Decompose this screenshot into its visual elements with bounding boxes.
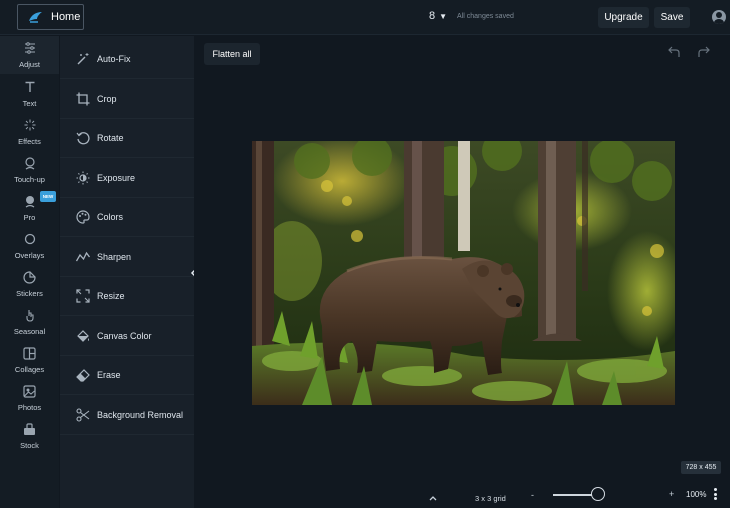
rail-label: Pro [23,213,36,222]
top-bar: Home 8 ▼ All changes saved Upgrade Save [0,0,730,35]
zoom-level: 100% [686,490,707,499]
undo-icon[interactable] [668,46,680,61]
rail-label: Stock [20,441,39,450]
save-button[interactable]: Save [654,7,690,28]
flatten-all-button[interactable]: Flatten all [204,43,260,65]
sharpen-icon [75,250,90,265]
tool-resize[interactable]: Resize [60,277,194,316]
tool-background-removal[interactable]: Background Removal [60,396,194,435]
rail-item-stock[interactable]: Stock [0,417,59,455]
rail-item-stickers[interactable]: Stickers [0,265,59,303]
sliders-icon [23,41,37,55]
home-button[interactable]: Home [17,4,84,30]
tool-label: Exposure [97,173,136,183]
tool-label: Auto-Fix [97,54,131,64]
tool-label: Erase [97,370,121,380]
eraser-icon [75,368,90,383]
photo-icon [23,384,37,398]
rail-item-adjust[interactable]: Adjust [0,36,59,74]
bottom-bar [194,481,730,508]
tool-canvas-color[interactable]: Canvas Color [60,317,194,356]
magic-wand-icon [75,52,90,67]
history-count: 8 [429,10,436,22]
image-dimensions: 728 x 455 [681,461,721,474]
text-icon [23,80,37,94]
tool-label: Sharpen [97,252,132,262]
sparkle-icon [23,118,37,132]
adjust-tool-panel: Auto-Fix Crop Rotate Exposure Colors Sha… [60,36,194,508]
tool-label: Resize [97,291,125,301]
rail-label: Effects [18,137,41,146]
tool-auto-fix[interactable]: Auto-Fix [60,40,194,79]
rail-item-pro[interactable]: NEW Pro [0,189,59,227]
home-label: Home [51,11,81,23]
tool-erase[interactable]: Erase [60,356,194,395]
zoom-out-button[interactable]: - [531,490,534,500]
redo-icon[interactable] [698,46,710,61]
rail-item-collages[interactable]: Collages [0,341,59,379]
collage-icon [23,346,37,360]
tool-label: Crop [97,94,117,104]
upgrade-button[interactable]: Upgrade [598,7,649,28]
zoom-in-button[interactable]: + [669,489,674,499]
rail-label: Text [22,99,37,108]
tool-exposure[interactable]: Exposure [60,159,194,198]
rail-label: Collages [14,365,45,374]
rail-label: Overlays [14,251,45,260]
avatar[interactable] [712,10,726,24]
sun-icon [75,171,90,186]
rail-item-photos[interactable]: Photos [0,379,59,417]
rail-label: Seasonal [13,327,46,336]
tool-label: Colors [97,212,124,222]
category-rail: Adjust Text Effects Touch-up NEW Pro Ove… [0,36,59,508]
tool-crop[interactable]: Crop [60,80,194,119]
rail-item-touch-up[interactable]: Touch-up [0,151,59,189]
canvas-photo[interactable] [252,141,675,405]
rail-item-effects[interactable]: Effects [0,113,59,151]
tool-label: Canvas Color [97,331,152,341]
rotate-icon [75,131,90,146]
rail-label: Photos [17,403,42,412]
crop-icon [75,92,90,107]
tool-colors[interactable]: Colors [60,198,194,237]
scissors-icon [75,408,90,423]
face-icon [23,156,37,170]
rail-label: Stickers [16,289,43,298]
new-badge: NEW [40,191,56,202]
pro-face-icon [23,194,37,208]
save-status: All changes saved [457,12,514,20]
tool-label: Background Removal [97,410,184,420]
stock-icon [23,422,37,436]
rail-item-overlays[interactable]: Overlays [0,227,59,265]
tool-label: Rotate [97,133,124,143]
palette-icon [75,210,90,225]
more-options-icon[interactable] [712,488,718,500]
tool-sharpen[interactable]: Sharpen [60,238,194,277]
rail-item-text[interactable]: Text [0,75,59,113]
zoom-slider-knob[interactable] [591,487,605,501]
rail-label: Touch-up [14,175,45,184]
resize-icon [75,289,90,304]
circle-icon [23,232,37,246]
sticker-icon [23,270,37,284]
tool-rotate[interactable]: Rotate [60,119,194,158]
logo-icon [29,12,42,23]
rail-label: Adjust [19,60,40,69]
chevron-up-icon[interactable] [429,494,437,503]
rail-item-seasonal[interactable]: Seasonal [0,303,59,341]
chevron-down-icon: ▼ [439,11,448,21]
paint-bucket-icon [75,329,90,344]
hand-icon [23,308,37,322]
history-dropdown[interactable]: 8 ▼ All changes saved [429,10,514,22]
grid-label[interactable]: 3 x 3 grid [475,494,506,503]
